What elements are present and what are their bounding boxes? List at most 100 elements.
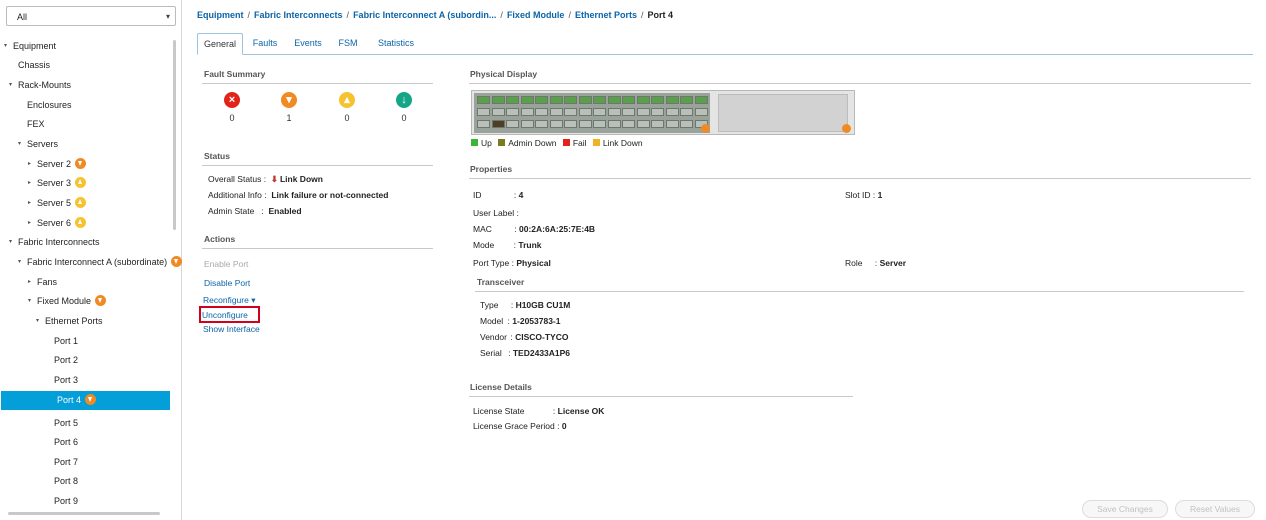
faceplate-port[interactable] <box>578 108 592 116</box>
reset-values-button[interactable]: Reset Values <box>1175 500 1255 518</box>
tree-item-port-2[interactable]: Port 2 <box>54 351 78 370</box>
save-changes-button[interactable]: Save Changes <box>1082 500 1168 518</box>
faceplate-port[interactable] <box>506 120 519 128</box>
tree-item-fabric-interconnect-a-subordinate[interactable]: ▾ Fabric Interconnect A (subordinate) <box>18 253 183 272</box>
breadcrumb-link[interactable]: Fabric Interconnect A (subordin... <box>353 10 496 20</box>
faceplate-port[interactable] <box>680 120 693 128</box>
faceplate-port[interactable] <box>593 108 606 116</box>
fault-critical[interactable]: × 0 <box>212 92 252 123</box>
tree-item-port-1[interactable]: Port 1 <box>54 332 78 351</box>
chevron-right-icon[interactable]: ▸ <box>28 214 37 233</box>
chevron-down-icon[interactable]: ▾ <box>36 312 45 331</box>
tab-general[interactable]: General <box>197 33 243 55</box>
chevron-down-icon[interactable]: ▾ <box>9 76 18 95</box>
faceplate-port[interactable] <box>636 120 650 128</box>
faceplate-port[interactable] <box>491 96 505 104</box>
tab-events[interactable]: Events <box>288 33 328 55</box>
tree-horizontal-scrollbar[interactable] <box>8 512 160 515</box>
faceplate-port[interactable] <box>665 96 679 104</box>
tree-item-server-5[interactable]: ▸ Server 5 <box>28 194 87 213</box>
disable-port-link[interactable]: Disable Port <box>204 278 250 288</box>
faceplate-port[interactable] <box>680 96 693 104</box>
faceplate-port[interactable] <box>506 96 519 104</box>
faceplate-port[interactable] <box>520 108 534 116</box>
faceplate-port[interactable] <box>694 108 708 116</box>
faceplate-port[interactable] <box>564 120 577 128</box>
tree-item-equipment[interactable]: ▾ Equipment <box>4 37 56 56</box>
tree-item-fixed-module[interactable]: ▾ Fixed Module <box>28 292 107 311</box>
faceplate-port[interactable] <box>622 120 635 128</box>
chevron-right-icon[interactable]: ▸ <box>28 174 37 193</box>
fault-major[interactable]: ▾ 1 <box>269 92 309 123</box>
tab-faults[interactable]: Faults <box>247 33 283 55</box>
tab-fsm[interactable]: FSM <box>333 33 363 55</box>
faceplate-port[interactable] <box>607 108 621 116</box>
enable-port-link[interactable]: Enable Port <box>204 259 248 269</box>
faceplate-port[interactable] <box>578 120 592 128</box>
faceplate-port[interactable] <box>636 108 650 116</box>
chevron-down-icon[interactable]: ▾ <box>4 37 13 56</box>
tree-item-port-6[interactable]: Port 6 <box>54 433 78 452</box>
breadcrumb-link[interactable]: Equipment <box>197 10 244 20</box>
tree-item-enclosures[interactable]: Enclosures <box>27 96 72 115</box>
tree-item-fex[interactable]: FEX <box>27 115 45 134</box>
faceplate-port[interactable] <box>549 108 563 116</box>
faceplate-port[interactable] <box>477 108 490 116</box>
faceplate-port[interactable] <box>506 108 519 116</box>
faceplate-port[interactable] <box>535 120 548 128</box>
faceplate-port[interactable] <box>564 96 577 104</box>
chevron-down-icon[interactable]: ▾ <box>18 253 27 272</box>
tree-item-port-4[interactable]: Port 4 <box>1 391 170 410</box>
reconfigure-link[interactable]: Reconfigure ▾ <box>203 295 255 306</box>
faceplate-port[interactable] <box>491 120 505 128</box>
faceplate-port[interactable] <box>477 96 490 104</box>
tab-statistics[interactable]: Statistics <box>369 33 423 55</box>
tree-item-server-6[interactable]: ▸ Server 6 <box>28 214 87 233</box>
faceplate-port[interactable] <box>680 108 693 116</box>
breadcrumb-link[interactable]: Fixed Module <box>507 10 565 20</box>
chevron-right-icon[interactable]: ▸ <box>28 273 37 292</box>
tree-item-port-3[interactable]: Port 3 <box>54 371 78 390</box>
faceplate-port[interactable] <box>477 120 490 128</box>
faceplate-port[interactable] <box>651 120 664 128</box>
tree-item-port-5[interactable]: Port 5 <box>54 414 78 433</box>
tree-item-port-7[interactable]: Port 7 <box>54 453 78 472</box>
faceplate-port[interactable] <box>665 120 679 128</box>
faceplate-port[interactable] <box>622 96 635 104</box>
faceplate-port[interactable] <box>520 96 534 104</box>
fault-warning[interactable]: ↓ 0 <box>384 92 424 123</box>
filter-dropdown[interactable]: All ▾ <box>6 6 176 26</box>
faceplate-port[interactable] <box>549 96 563 104</box>
tree-item-server-2[interactable]: ▸ Server 2 <box>28 155 87 174</box>
tree-item-server-3[interactable]: ▸ Server 3 <box>28 174 87 193</box>
faceplate-port[interactable] <box>535 96 548 104</box>
breadcrumb-link[interactable]: Fabric Interconnects <box>254 10 343 20</box>
faceplate-port[interactable] <box>694 96 708 104</box>
chevron-right-icon[interactable]: ▸ <box>28 194 37 213</box>
faceplate-port[interactable] <box>564 108 577 116</box>
breadcrumb-link[interactable]: Ethernet Ports <box>575 10 637 20</box>
tree-item-servers[interactable]: ▾ Servers <box>18 135 58 154</box>
tree-item-port-8[interactable]: Port 8 <box>54 472 78 491</box>
chevron-down-icon[interactable]: ▾ <box>28 292 37 311</box>
tree-item-ethernet-ports[interactable]: ▾ Ethernet Ports <box>36 312 103 331</box>
chevron-right-icon[interactable]: ▸ <box>28 155 37 174</box>
faceplate-port[interactable] <box>593 96 606 104</box>
fault-minor[interactable]: ▴ 0 <box>327 92 367 123</box>
chevron-down-icon[interactable]: ▾ <box>9 233 18 252</box>
faceplate-port[interactable] <box>535 108 548 116</box>
faceplate-port[interactable] <box>607 120 621 128</box>
faceplate-port[interactable] <box>636 96 650 104</box>
tree-item-rack-mounts[interactable]: ▾ Rack-Mounts <box>9 76 71 95</box>
tree-vertical-scrollbar[interactable] <box>173 40 176 230</box>
show-interface-link[interactable]: Show Interface <box>203 324 260 334</box>
faceplate-port[interactable] <box>622 108 635 116</box>
faceplate-port[interactable] <box>665 108 679 116</box>
faceplate-port[interactable] <box>651 96 664 104</box>
faceplate-port[interactable] <box>491 108 505 116</box>
unconfigure-link[interactable]: Unconfigure <box>202 310 248 320</box>
faceplate-port[interactable] <box>549 120 563 128</box>
faceplate-port[interactable] <box>578 96 592 104</box>
faceplate-port[interactable] <box>607 96 621 104</box>
tree-item-chassis[interactable]: Chassis <box>18 56 50 75</box>
